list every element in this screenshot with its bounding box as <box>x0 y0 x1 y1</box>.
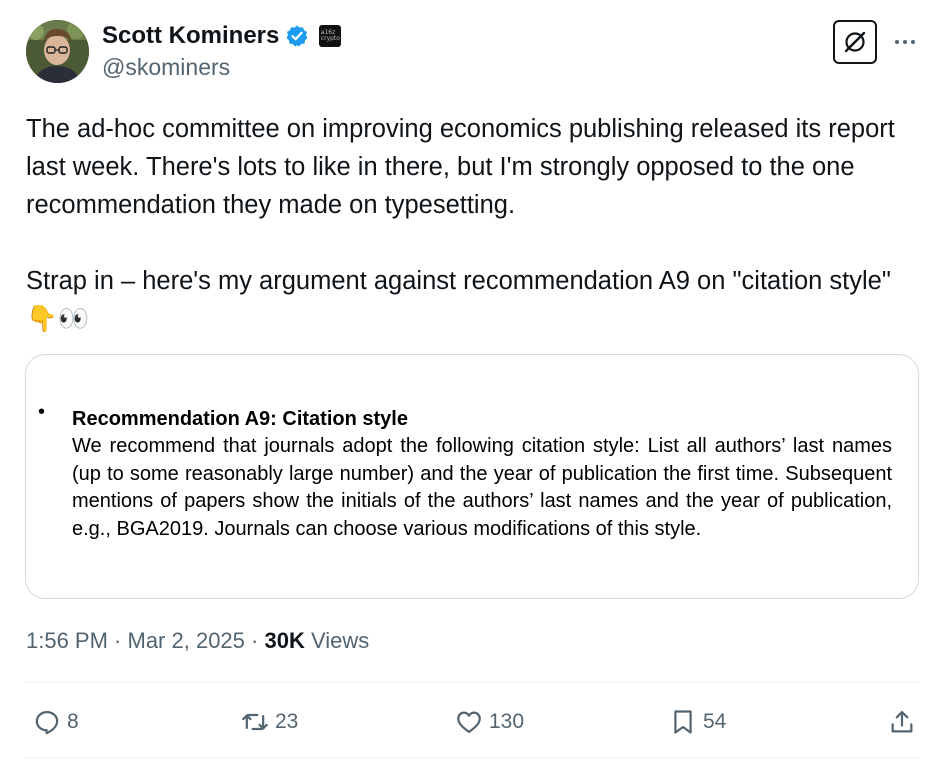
share-icon <box>891 710 913 733</box>
divider <box>25 682 920 683</box>
repost-count: 23 <box>275 710 299 733</box>
views-label: Views <box>304 628 370 653</box>
bookmark-count: 54 <box>703 710 727 733</box>
share-button[interactable] <box>888 702 916 742</box>
display-name[interactable]: Scott Kominers <box>102 22 279 50</box>
meta-separator: · <box>244 628 265 653</box>
bookmark-button[interactable]: 54 <box>669 702 726 742</box>
bookmark-icon <box>674 710 692 734</box>
avatar-image <box>26 20 89 83</box>
more-options-button[interactable] <box>891 28 919 56</box>
meta-separator: · <box>107 628 128 653</box>
more-horizontal-icon <box>895 40 915 44</box>
views-count[interactable]: 30K <box>264 628 304 653</box>
grok-button[interactable] <box>833 20 877 64</box>
tweet-time[interactable]: 1:56 PM <box>26 628 108 653</box>
avatar[interactable] <box>26 20 89 83</box>
reply-icon <box>35 710 59 735</box>
repost-button[interactable]: 23 <box>241 702 298 742</box>
repost-icon <box>242 713 268 731</box>
handle[interactable]: @skominers <box>102 53 230 81</box>
heart-icon <box>457 711 481 734</box>
tweet-metadata: 1:56 PM · Mar 2, 2025 · 30K Views <box>26 626 369 656</box>
grok-icon <box>844 31 866 53</box>
tweet-image[interactable]: • Recommendation A9: Citation style We r… <box>25 354 919 599</box>
bullet-point: • <box>38 401 46 423</box>
recommendation-body: We recommend that journals adopt the fol… <box>72 435 892 540</box>
like-count: 130 <box>489 710 525 733</box>
action-bar: 8 23 130 54 <box>25 702 920 742</box>
tweet-text: The ad-hoc committee on improving econom… <box>26 115 895 333</box>
affiliation-logo-icon[interactable]: a16z crypto <box>319 25 342 47</box>
recommendation-title: Recommendation A9: Citation style <box>72 408 408 430</box>
like-button[interactable]: 130 <box>455 702 524 742</box>
verified-badge-icon[interactable] <box>285 24 309 48</box>
tweet-header: Scott Kominers a16z crypto @skominers <box>26 20 919 84</box>
divider <box>25 757 920 758</box>
tweet-date[interactable]: Mar 2, 2025 <box>128 628 245 653</box>
reply-button[interactable]: 8 <box>33 702 79 742</box>
reply-count: 8 <box>67 710 79 733</box>
